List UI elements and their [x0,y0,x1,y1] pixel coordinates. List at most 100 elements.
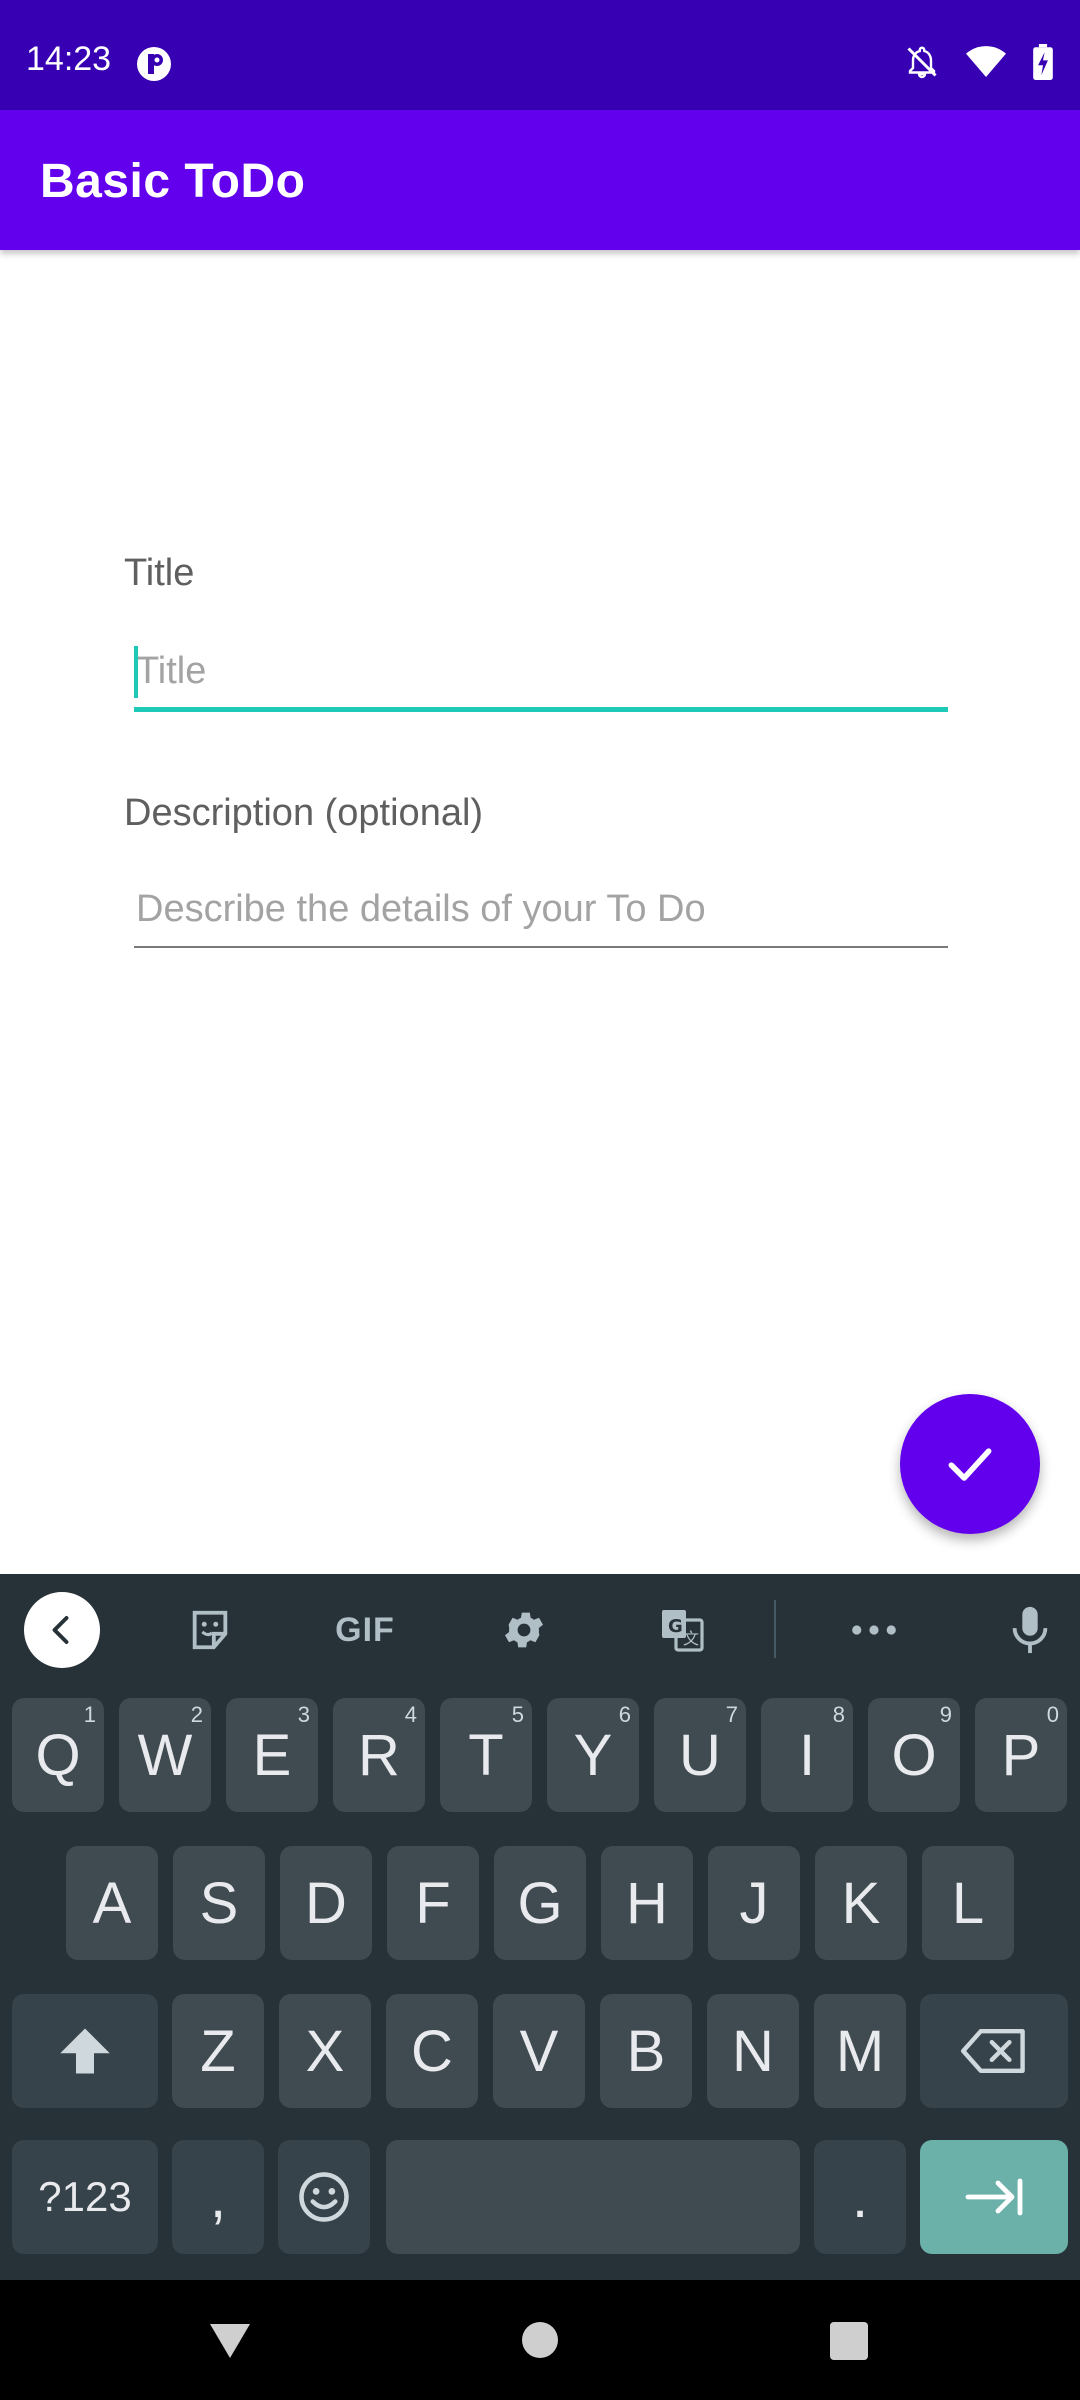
gear-icon [505,1612,543,1648]
key-label: I [798,1722,816,1788]
key-m[interactable]: M [814,1994,906,2108]
app-notification-icon [137,47,171,81]
key-label: J [739,1870,769,1936]
key-hint: 8 [832,1702,845,1727]
next-field-key[interactable] [920,2140,1068,2254]
key-o[interactable]: O9 [868,1698,960,1812]
key-hint: 7 [725,1702,738,1727]
key-hint: 3 [297,1702,310,1727]
key-h[interactable]: H [601,1846,693,1960]
key-k[interactable]: K [815,1846,907,1960]
key-u[interactable]: U7 [654,1698,746,1812]
key-label: E [252,1722,292,1788]
backspace-icon [961,2029,1025,2073]
key-label: Z [200,2018,236,2084]
description-label: Description (optional) [124,792,484,834]
gif-label: GIF [335,1610,395,1649]
key-z[interactable]: Z [172,1994,264,2108]
voice-input-button[interactable] [1004,1602,1056,1658]
soft-keyboard: GIF G 文 Q 1 W 2 E 3 R 4 T 5 Y 6 U 7 I 8 … [0,1574,1080,2280]
key-label: D [305,1870,347,1936]
key-label: F [415,1870,451,1936]
key-label: U [679,1722,721,1788]
key-label: K [841,1870,881,1936]
key-hint: 9 [939,1702,952,1727]
sticker-button[interactable] [182,1602,238,1658]
description-input[interactable] [134,872,948,948]
notifications-off-icon [907,46,937,79]
key-hint: 4 [404,1702,417,1727]
key-label: Q [35,1722,81,1788]
key-d[interactable]: D [280,1846,372,1960]
app-title: Basic ToDo [40,155,306,208]
keyboard-back-button[interactable] [24,1592,100,1668]
symbols-key[interactable]: ?123 [12,2140,158,2254]
translate-button[interactable]: G 文 [654,1602,710,1658]
more-horizontal-icon [852,1625,896,1635]
key-label: B [626,2018,666,2084]
key-l[interactable]: L [922,1846,1014,1960]
key-hint: 0 [1046,1702,1059,1727]
key-i[interactable]: I8 [761,1698,853,1812]
emoji-icon [299,2172,349,2222]
key-c[interactable]: C [386,1994,478,2108]
key-hint: 5 [511,1702,524,1727]
key-label: C [411,2018,453,2084]
key-hint: 6 [618,1702,631,1727]
key-hint: 1 [83,1702,96,1727]
key-t[interactable]: T5 [440,1698,532,1812]
key-b[interactable]: B [600,1994,692,2108]
key-label: H [626,1870,668,1936]
keyboard-settings-button[interactable] [496,1602,552,1658]
period-key[interactable]: . [814,2140,906,2254]
key-label: R [358,1722,400,1788]
key-g[interactable]: G [494,1846,586,1960]
key-f[interactable]: F [387,1846,479,1960]
emoji-key[interactable] [278,2140,370,2254]
key-a[interactable]: A [66,1846,158,1960]
backspace-key[interactable] [920,1994,1068,2108]
key-y[interactable]: Y6 [547,1698,639,1812]
key-label: O [891,1722,937,1788]
key-x[interactable]: X [279,1994,371,2108]
home-nav-icon[interactable] [522,2322,558,2358]
comma-key-label: , [209,2164,227,2230]
key-e[interactable]: E3 [226,1698,318,1812]
key-hint: 2 [190,1702,203,1727]
key-p[interactable]: P0 [975,1698,1067,1812]
key-label: N [732,2018,774,2084]
app-bar: Basic ToDo [0,110,1080,250]
key-n[interactable]: N [707,1994,799,2108]
comma-key[interactable]: , [172,2140,264,2254]
gif-button[interactable]: GIF [330,1602,400,1658]
key-label: X [305,2018,345,2084]
status-time: 14:23 [26,40,112,78]
wifi-icon [966,46,1006,77]
check-icon [948,1448,992,1481]
key-label: Y [573,1722,613,1788]
space-key[interactable] [386,2140,800,2254]
key-v[interactable]: V [493,1994,585,2108]
chevron-left-icon [52,1616,69,1644]
symbols-key-label: ?123 [38,2173,132,2220]
tab-next-icon [965,2178,1023,2216]
shift-key[interactable] [12,1994,158,2108]
back-nav-icon[interactable] [208,2320,252,2360]
key-label: T [468,1722,504,1788]
text-cursor [134,646,138,698]
more-options-button[interactable] [846,1602,902,1658]
svg-text:G: G [668,1616,683,1637]
save-todo-button[interactable] [900,1394,1040,1534]
key-j[interactable]: J [708,1846,800,1960]
key-label: L [951,1870,985,1936]
key-label: G [517,1870,563,1936]
key-r[interactable]: R4 [333,1698,425,1812]
svg-text:文: 文 [683,1629,699,1648]
key-w[interactable]: W2 [119,1698,211,1812]
title-input[interactable] [134,636,948,712]
key-q[interactable]: Q1 [12,1698,104,1812]
recents-nav-icon[interactable] [830,2322,868,2360]
key-s[interactable]: S [173,1846,265,1960]
key-label: P [1001,1722,1041,1788]
battery-charging-icon [1033,44,1053,80]
